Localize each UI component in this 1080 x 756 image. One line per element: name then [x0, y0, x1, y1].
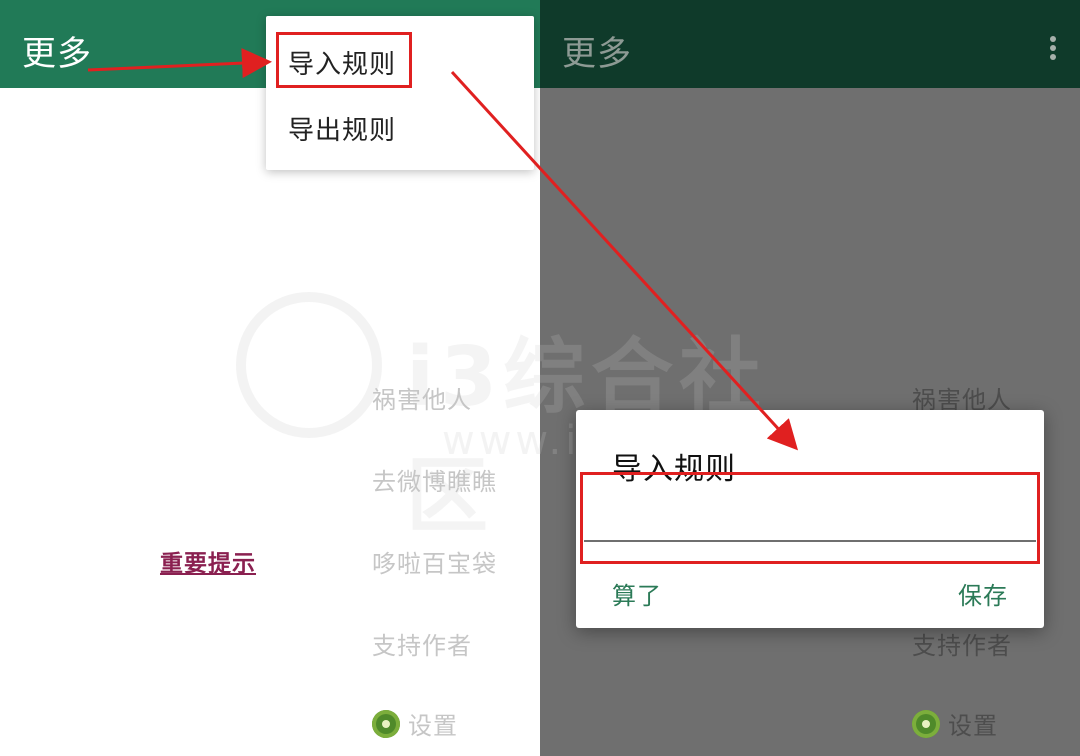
left-screen: 更多 祸害他人 去微博瞧瞧 哆啦百宝袋 支持作者 设置 重要提示 导入规则 导出… — [0, 0, 540, 756]
kiwi-icon — [912, 709, 940, 738]
input-underline — [584, 540, 1036, 542]
save-button[interactable]: 保存 — [958, 576, 1008, 611]
menu-item-support-author[interactable]: 支持作者 — [372, 626, 472, 661]
settings-row: 设置 — [912, 706, 998, 741]
overflow-popup-menu: 导入规则 导出规则 — [266, 16, 534, 170]
app-bar: 更多 — [540, 0, 1080, 88]
settings-label: 设置 — [408, 712, 458, 740]
right-screen: 更多 祸害他人 支持作者 设置 — [540, 0, 1080, 756]
import-rules-menu-item[interactable]: 导入规则 — [288, 44, 396, 81]
settings-row[interactable]: 设置 — [372, 706, 458, 741]
cancel-button[interactable]: 算了 — [612, 576, 662, 611]
kiwi-icon — [372, 709, 400, 738]
more-vert-icon[interactable] — [1050, 36, 1058, 60]
app-bar-title: 更多 — [22, 34, 92, 74]
menu-item-support-author: 支持作者 — [912, 632, 1012, 660]
important-notice-link[interactable]: 重要提示 — [160, 544, 256, 578]
menu-item-doraemon-pocket[interactable]: 哆啦百宝袋 — [372, 544, 497, 579]
menu-item-harm-others[interactable]: 祸害他人 — [372, 380, 472, 415]
menu-item-visit-weibo[interactable]: 去微博瞧瞧 — [372, 462, 497, 497]
settings-label: 设置 — [948, 712, 998, 740]
app-bar-title: 更多 — [562, 34, 632, 74]
dialog-title: 导入规则 — [612, 452, 736, 487]
export-rules-menu-item[interactable]: 导出规则 — [288, 110, 396, 147]
import-rules-dialog: 导入规则 算了 保存 — [576, 410, 1044, 628]
rules-input[interactable] — [584, 484, 1040, 542]
